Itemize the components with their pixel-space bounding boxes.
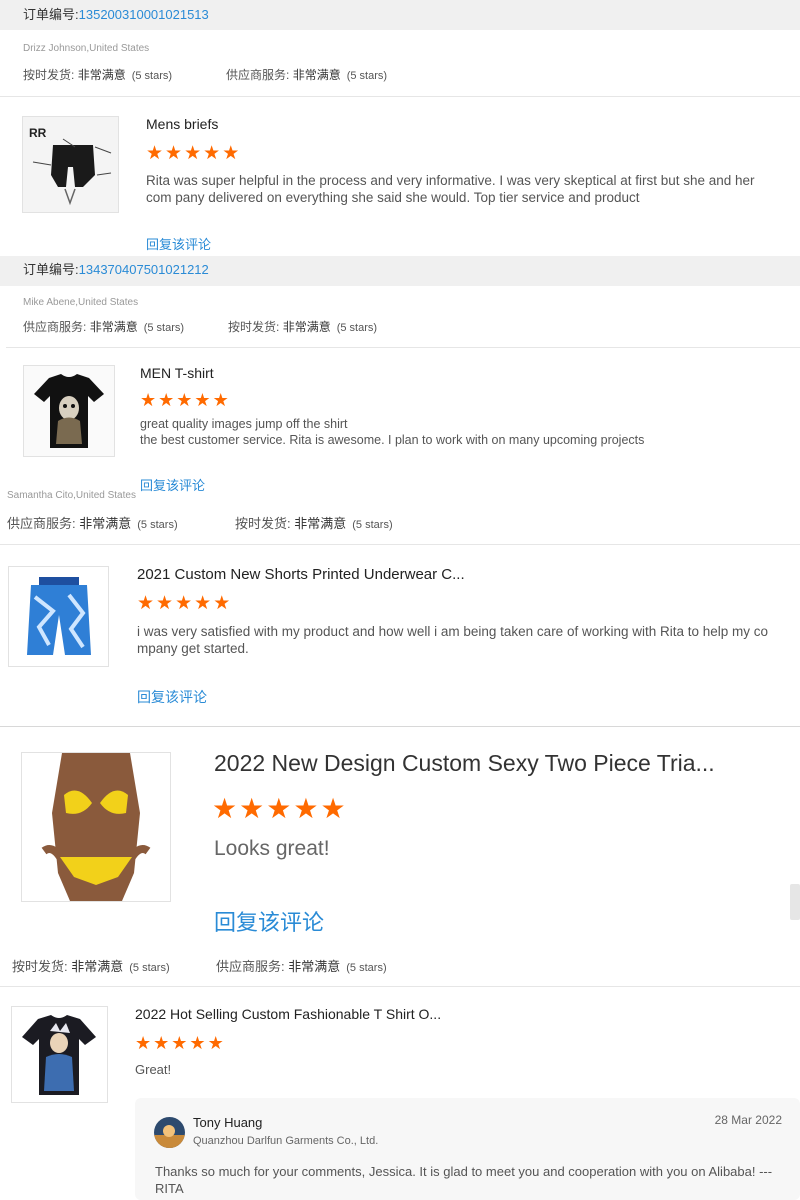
divider bbox=[0, 986, 800, 987]
star-icon: ★ bbox=[175, 593, 193, 614]
product-thumbnail-briefs[interactable]: RR bbox=[22, 116, 119, 213]
rating-service: 供应商服务: 非常满意 (5 stars) bbox=[216, 959, 387, 974]
star-icon: ★ bbox=[266, 793, 292, 824]
star-rating: ★ ★ ★ ★ ★ bbox=[146, 144, 239, 163]
review-text: i was very satisfied with my product and… bbox=[137, 624, 769, 656]
briefs-image: RR bbox=[23, 117, 118, 212]
star-icon: ★ bbox=[203, 143, 221, 164]
star-icon: ★ bbox=[171, 1033, 188, 1053]
seller-reply-text: Thanks so much for your comments, Jessic… bbox=[155, 1164, 773, 1196]
divider bbox=[0, 726, 800, 727]
order-number: 订单编号:135200310001021513 bbox=[23, 7, 209, 22]
product-title[interactable]: Mens briefs bbox=[146, 116, 746, 132]
review-text-line: the best customer service. Rita is aweso… bbox=[140, 433, 645, 447]
product-title[interactable]: 2022 New Design Custom Sexy Two Piece Tr… bbox=[214, 750, 774, 777]
review-text: Great! bbox=[135, 1062, 172, 1077]
rating-delivery: 按时发货: 非常满意 (5 stars) bbox=[23, 68, 173, 82]
star-rating: ★ ★ ★ ★ ★ bbox=[140, 391, 229, 409]
product-thumbnail-bikini[interactable] bbox=[21, 752, 171, 902]
divider bbox=[0, 96, 800, 97]
rating-service: 供应商服务: 非常满意 (5 stars) bbox=[23, 320, 185, 334]
star-rating: ★ ★ ★ ★ ★ bbox=[137, 594, 230, 613]
scroll-handle[interactable] bbox=[790, 884, 800, 920]
divider bbox=[0, 544, 800, 545]
star-icon: ★ bbox=[156, 593, 174, 614]
star-icon: ★ bbox=[153, 1033, 170, 1053]
star-rating: ★ ★ ★ ★ ★ bbox=[135, 1034, 224, 1052]
reply-link[interactable]: 回复该评论 bbox=[214, 905, 324, 937]
star-icon: ★ bbox=[158, 390, 175, 410]
svg-text:RR: RR bbox=[29, 126, 47, 140]
star-icon: ★ bbox=[222, 143, 240, 164]
star-icon: ★ bbox=[140, 390, 157, 410]
tshirt-image bbox=[12, 1007, 107, 1102]
star-icon: ★ bbox=[146, 143, 164, 164]
star-icon: ★ bbox=[213, 593, 231, 614]
product-title[interactable]: 2022 Hot Selling Custom Fashionable T Sh… bbox=[135, 1006, 735, 1022]
seller-name: Tony Huang bbox=[193, 1115, 263, 1130]
rating-delivery: 按时发货: 非常满意 (5 stars) bbox=[228, 320, 378, 334]
review-text-line: great quality images jump off the shirt bbox=[140, 417, 348, 431]
order-number-link[interactable]: 134370407501021212 bbox=[79, 262, 209, 277]
rating-delivery: 按时发货: 非常满意 (5 stars) bbox=[235, 516, 393, 531]
star-icon: ★ bbox=[212, 390, 229, 410]
review-text: Looks great! bbox=[214, 837, 330, 860]
star-icon: ★ bbox=[212, 793, 238, 824]
order-number: 订单编号:134370407501021212 bbox=[23, 262, 209, 277]
product-thumbnail-shorts[interactable] bbox=[8, 566, 109, 667]
product-thumbnail-tshirt-2[interactable] bbox=[11, 1006, 108, 1103]
reply-date: 28 Mar 2022 bbox=[714, 1113, 782, 1127]
star-icon: ★ bbox=[176, 390, 193, 410]
star-icon: ★ bbox=[189, 1033, 206, 1053]
buyer-name: Samantha Cito,United States bbox=[7, 490, 136, 501]
star-icon: ★ bbox=[165, 143, 183, 164]
review-text: Rita was super helpful in the process an… bbox=[146, 173, 755, 205]
avatar[interactable] bbox=[154, 1117, 185, 1148]
buyer-name: Mike Abene,United States bbox=[23, 297, 139, 308]
star-icon: ★ bbox=[137, 593, 155, 614]
order-number-link[interactable]: 135200310001021513 bbox=[79, 7, 209, 22]
star-icon: ★ bbox=[207, 1033, 224, 1053]
star-icon: ★ bbox=[293, 793, 319, 824]
star-icon: ★ bbox=[194, 390, 211, 410]
product-thumbnail-tshirt[interactable] bbox=[23, 365, 115, 457]
star-icon: ★ bbox=[135, 1033, 152, 1053]
seller-company: Quanzhou Darlfun Garments Co., Ltd. bbox=[193, 1135, 379, 1147]
star-icon: ★ bbox=[239, 793, 265, 824]
reply-link[interactable]: 回复该评论 bbox=[146, 234, 211, 253]
tshirt-image bbox=[24, 366, 114, 456]
reply-link[interactable]: 回复该评论 bbox=[140, 475, 205, 494]
star-rating: ★ ★ ★ ★ ★ bbox=[212, 795, 346, 823]
star-icon: ★ bbox=[194, 593, 212, 614]
star-icon: ★ bbox=[320, 793, 346, 824]
reply-link[interactable]: 回复该评论 bbox=[137, 687, 207, 707]
rating-service: 供应商服务: 非常满意 (5 stars) bbox=[7, 516, 178, 531]
star-icon: ★ bbox=[184, 143, 202, 164]
product-title[interactable]: MEN T-shirt bbox=[140, 365, 740, 381]
rating-service: 供应商服务: 非常满意 (5 stars) bbox=[226, 68, 388, 82]
buyer-name: Drizz Johnson,United States bbox=[23, 43, 150, 54]
rating-delivery: 按时发货: 非常满意 (5 stars) bbox=[12, 959, 170, 974]
product-title[interactable]: 2021 Custom New Shorts Printed Underwear… bbox=[137, 566, 757, 583]
bikini-image bbox=[22, 753, 170, 901]
shorts-image bbox=[9, 567, 108, 666]
divider bbox=[6, 347, 800, 348]
